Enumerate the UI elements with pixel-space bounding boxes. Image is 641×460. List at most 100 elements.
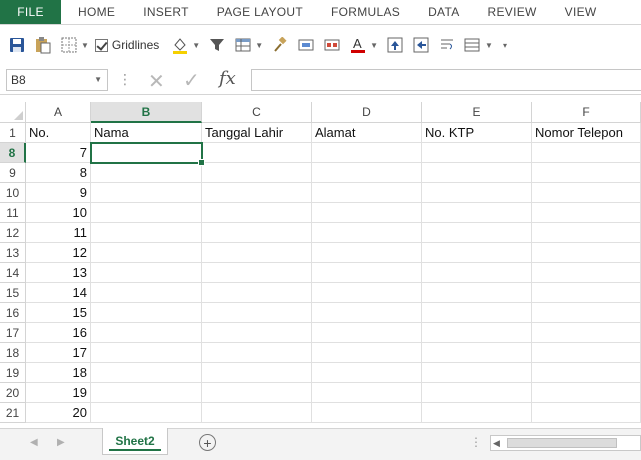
borders-dropdown-icon[interactable]: ▼ [81,41,89,50]
cell-a18[interactable]: 17 [26,343,91,363]
cell-b13[interactable] [91,243,202,263]
cell-a15[interactable]: 14 [26,283,91,303]
cell-b20[interactable] [91,383,202,403]
cell-d1[interactable]: Alamat [312,123,422,143]
cell-f11[interactable] [532,203,641,223]
cell-f9[interactable] [532,163,641,183]
column-header-e[interactable]: E [422,102,532,123]
cell-b12[interactable] [91,223,202,243]
cancel-icon[interactable]: ✕ [148,69,165,94]
cell-e19[interactable] [422,363,532,383]
tab-insert[interactable]: INSERT [129,0,203,24]
cell-c12[interactable] [202,223,312,243]
sort-icon[interactable] [462,34,484,56]
cell-c18[interactable] [202,343,312,363]
tab-view[interactable]: VIEW [551,0,611,24]
cell-f16[interactable] [532,303,641,323]
sort-dropdown-icon[interactable]: ▼ [485,41,493,50]
enter-icon[interactable]: ✓ [183,68,200,93]
font-color-icon[interactable]: A [347,34,369,56]
row-header[interactable]: 8 [0,143,26,163]
insert-function-icon[interactable]: fx [219,68,236,89]
column-header-f[interactable]: F [532,102,641,123]
row-header[interactable]: 20 [0,383,26,403]
cell-a9[interactable]: 8 [26,163,91,183]
cell-c1[interactable]: Tanggal Lahir [202,123,312,143]
cell-f13[interactable] [532,243,641,263]
upload-icon[interactable] [384,34,406,56]
tab-data[interactable]: DATA [414,0,473,24]
cell-e1[interactable]: No. KTP [422,123,532,143]
cell-c19[interactable] [202,363,312,383]
cell-c8[interactable] [202,143,312,163]
row-header[interactable]: 1 [0,123,26,143]
cell-b1[interactable]: Nama [91,123,202,143]
cell-a12[interactable]: 11 [26,223,91,243]
cell-f1[interactable]: Nomor Telepon [532,123,641,143]
row-header[interactable]: 13 [0,243,26,263]
cell-e11[interactable] [422,203,532,223]
more-vert-icon[interactable]: ⋮ [118,71,132,88]
cell-b15[interactable] [91,283,202,303]
more-vert-icon[interactable]: ⋮ [470,435,482,449]
indent-icon[interactable] [410,34,432,56]
fill-color-icon[interactable] [169,34,191,56]
checkbox-checked-icon[interactable] [94,38,108,52]
cell-e8[interactable] [422,143,532,163]
cell-b14[interactable] [91,263,202,283]
column-header-d[interactable]: D [312,102,422,123]
cell-c13[interactable] [202,243,312,263]
cell-b10[interactable] [91,183,202,203]
cell-a20[interactable]: 19 [26,383,91,403]
horizontal-scrollbar[interactable]: ◀ [490,435,641,451]
cell-c15[interactable] [202,283,312,303]
row-header[interactable]: 15 [0,283,26,303]
formula-input[interactable] [251,69,641,91]
cell-e9[interactable] [422,163,532,183]
fill-color-dropdown-icon[interactable]: ▼ [192,41,200,50]
cell-a16[interactable]: 15 [26,303,91,323]
cell-c20[interactable] [202,383,312,403]
cell-f19[interactable] [532,363,641,383]
cell-c17[interactable] [202,323,312,343]
cell-d16[interactable] [312,303,422,323]
cell-c9[interactable] [202,163,312,183]
cell-d17[interactable] [312,323,422,343]
next-sheet-icon[interactable]: ▶ [57,437,65,448]
cell-e17[interactable] [422,323,532,343]
cell-b9[interactable] [91,163,202,183]
column-header-a[interactable]: A [26,102,91,123]
row-header[interactable]: 10 [0,183,26,203]
cell-e16[interactable] [422,303,532,323]
cell-b21[interactable] [91,403,202,423]
cell-f10[interactable] [532,183,641,203]
cell-c11[interactable] [202,203,312,223]
cell-a19[interactable]: 18 [26,363,91,383]
row-header[interactable]: 19 [0,363,26,383]
name-box[interactable]: B8 ▼ [6,69,108,91]
customize-icon[interactable]: ▾ [503,41,507,50]
font-color-dropdown-icon[interactable]: ▼ [370,41,378,50]
cell-f21[interactable] [532,403,641,423]
tab-formulas[interactable]: FORMULAS [317,0,414,24]
table-dropdown-icon[interactable]: ▼ [255,41,263,50]
scroll-left-icon[interactable]: ◀ [493,438,500,449]
prev-sheet-icon[interactable]: ◀ [30,437,38,448]
gridlines-checkbox[interactable]: Gridlines [94,38,159,52]
cell-e13[interactable] [422,243,532,263]
select-all-corner[interactable] [0,102,26,123]
cell-a11[interactable]: 10 [26,203,91,223]
merge-icon[interactable] [295,34,317,56]
tab-home[interactable]: HOME [61,0,129,24]
cell-a13[interactable]: 12 [26,243,91,263]
cell-b18[interactable] [91,343,202,363]
sheet-tab-sheet2[interactable]: Sheet2 [102,428,168,455]
cell-b17[interactable] [91,323,202,343]
cell-c14[interactable] [202,263,312,283]
cell-d11[interactable] [312,203,422,223]
cell-d9[interactable] [312,163,422,183]
paste-icon[interactable] [32,34,54,56]
unmerge-icon[interactable] [321,34,343,56]
row-header[interactable]: 12 [0,223,26,243]
wrap-icon[interactable] [436,34,458,56]
